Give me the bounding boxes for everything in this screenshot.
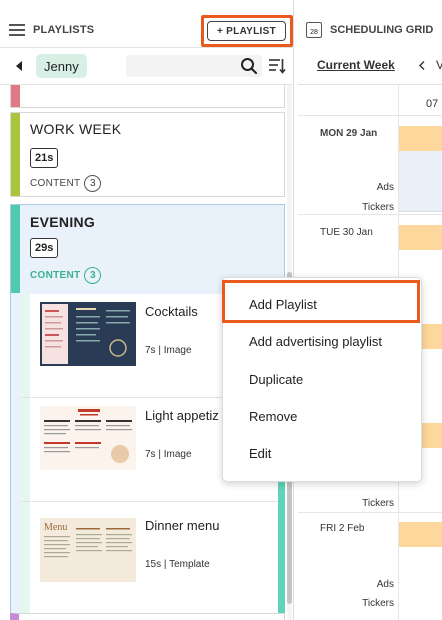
row-label-tickers: Tickers	[362, 498, 394, 509]
row-label-tickers: Tickers	[362, 202, 394, 213]
filter-row: Jenny	[0, 47, 294, 85]
grid-line	[298, 115, 442, 116]
dinner-menu-thumbnail-icon: Menu	[40, 518, 136, 582]
schedule-slot[interactable]	[399, 225, 442, 250]
content-item-meta: 7s | Image	[145, 345, 192, 356]
content-count-badge: 3	[84, 175, 102, 192]
content-item-type: Image	[163, 345, 192, 356]
content-label: CONTENT	[30, 270, 81, 281]
menu-item-add-advertising-playlist[interactable]: Add advertising playlist	[249, 334, 382, 349]
content-count-badge: 3	[84, 267, 102, 284]
content-item-type: Image	[163, 449, 192, 460]
week-navigation: Current Week V	[298, 47, 442, 85]
back-arrow-icon[interactable]	[16, 61, 22, 71]
playlist-title: WORK WEEK	[30, 121, 122, 137]
search-icon[interactable]	[240, 57, 258, 75]
playlist-title: EVENING	[30, 214, 96, 230]
content-item-dinner-menu[interactable]: Menu Dinner menu 15s | Template	[20, 502, 285, 618]
playlist-color-bar	[11, 205, 20, 293]
content-count-label: CONTENT 3	[30, 267, 102, 284]
menu-item-add-playlist[interactable]: Add Playlist	[249, 297, 317, 312]
chevron-left-icon[interactable]	[419, 61, 425, 70]
schedule-slot[interactable]	[399, 522, 442, 547]
row-label-tickers: Tickers	[362, 598, 394, 609]
grid-line	[298, 214, 442, 215]
menu-item-remove[interactable]: Remove	[249, 409, 297, 424]
content-item-duration: 7s	[145, 449, 156, 460]
menu-item-edit[interactable]: Edit	[249, 446, 271, 461]
sort-icon[interactable]	[268, 57, 286, 75]
scheduling-grid-title: SCHEDULING GRID	[330, 24, 434, 36]
schedule-slot-lower[interactable]	[399, 151, 442, 212]
scheduling-grid-header: 28 SCHEDULING GRID	[298, 13, 442, 47]
item-stripe	[20, 294, 30, 397]
item-stripe	[20, 502, 30, 618]
row-label-ads: Ads	[376, 579, 394, 590]
playlist-color-bar	[11, 85, 20, 107]
playlists-header: PLAYLISTS + PLAYLIST	[0, 13, 294, 47]
playlist-card-work-week[interactable]: WORK WEEK 21s CONTENT 3	[10, 112, 285, 197]
list-icon	[9, 24, 25, 36]
item-stripe	[20, 398, 30, 501]
content-item-type: Template	[169, 559, 210, 570]
grid-line	[298, 512, 442, 513]
next-week-partial[interactable]: V	[436, 58, 442, 72]
duration-badge: 29s	[30, 238, 59, 258]
content-count-label: CONTENT 3	[30, 175, 102, 192]
playlist-card-partial-bottom[interactable]	[10, 613, 285, 620]
content-item-name: Cocktails	[145, 304, 198, 319]
content-item-meta: 15s | Template	[145, 559, 210, 570]
row-label-ads: Ads	[376, 182, 394, 193]
day-label-tue: TUE 30 Jan	[320, 227, 373, 238]
schedule-slot[interactable]	[399, 126, 442, 151]
cocktail-menu-thumbnail-icon	[40, 302, 136, 366]
playlist-color-bar	[11, 113, 20, 196]
content-item-duration: 7s	[145, 345, 156, 356]
restaurant-menu-thumbnail-icon	[40, 406, 136, 470]
playlist-card-partial[interactable]	[10, 85, 285, 108]
hour-label: 07	[426, 98, 439, 110]
content-item-meta: 7s | Image	[145, 449, 192, 460]
day-label-fri: FRI 2 Feb	[320, 523, 365, 534]
content-label: CONTENT	[30, 178, 81, 189]
day-label-mon: MON 29 Jan	[320, 128, 378, 139]
calendar-icon: 28	[306, 22, 322, 38]
user-filter-chip[interactable]: Jenny	[36, 54, 87, 78]
menu-item-duplicate[interactable]: Duplicate	[249, 372, 303, 387]
content-item-duration: 15s	[145, 559, 162, 570]
playlists-title: PLAYLISTS	[33, 24, 95, 36]
add-playlist-button[interactable]: + PLAYLIST	[207, 21, 286, 41]
content-item-name: Light appetiz	[145, 408, 219, 423]
playlist-context-menu: Add Playlist Add advertising playlist Du…	[222, 277, 422, 482]
duration-badge: 21s	[30, 148, 59, 168]
svg-text:Menu: Menu	[44, 522, 67, 533]
content-item-name: Dinner menu	[145, 518, 220, 533]
current-week-link[interactable]: Current Week	[317, 58, 395, 72]
